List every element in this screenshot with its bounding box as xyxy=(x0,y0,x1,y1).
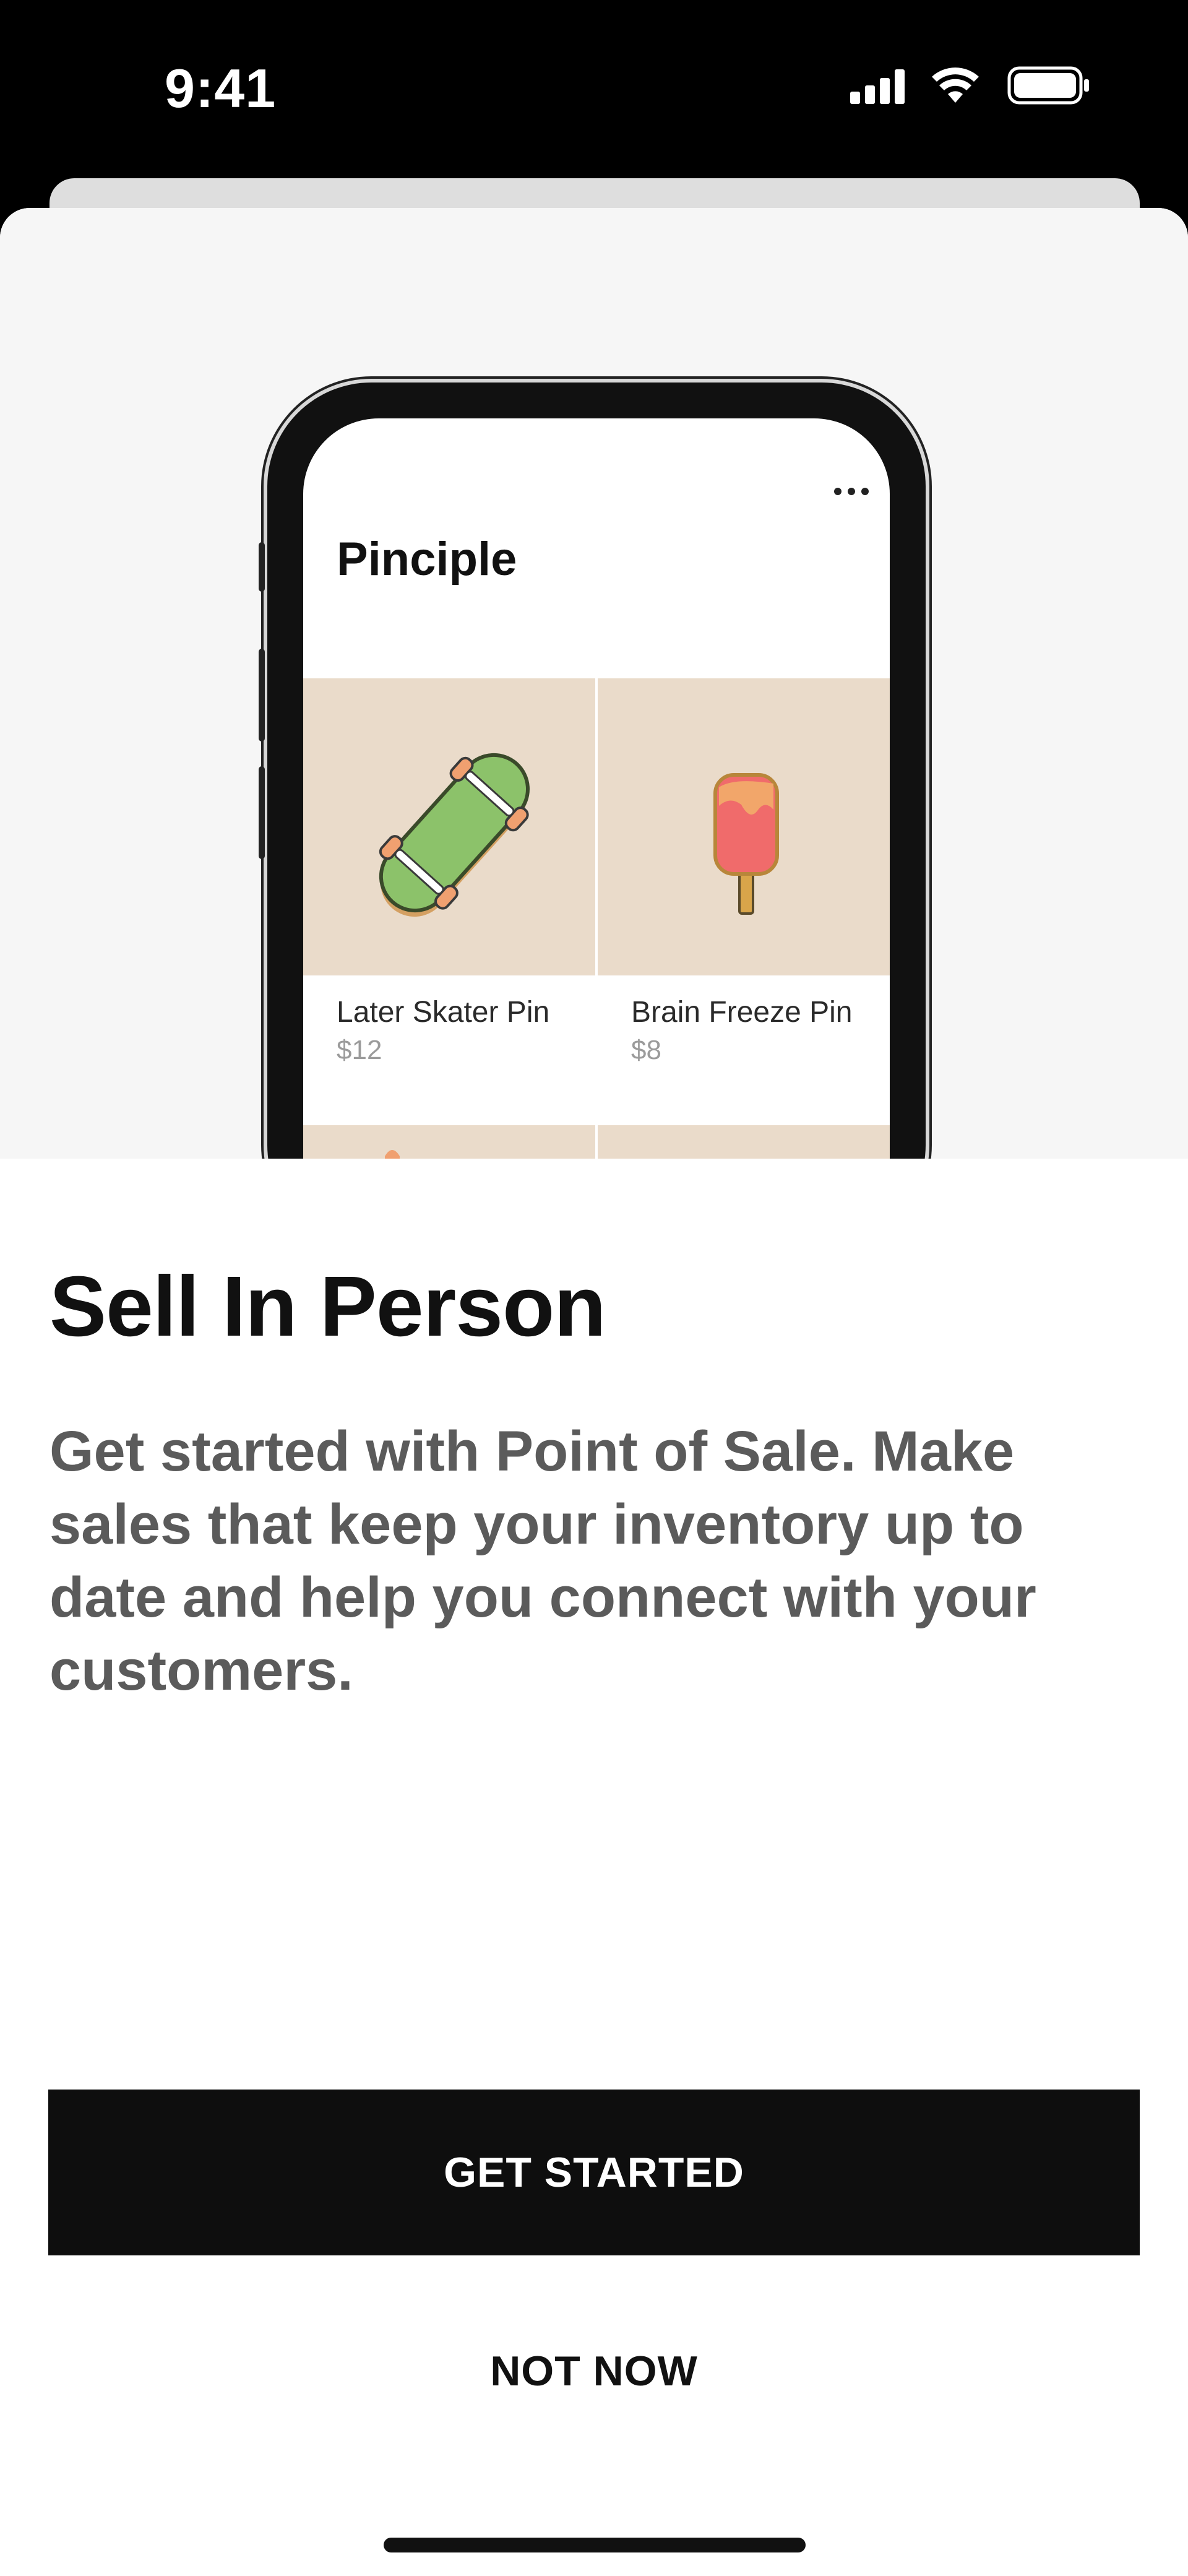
phone-side-button xyxy=(259,542,265,592)
not-now-button[interactable]: NOT NOW xyxy=(48,2294,1140,2448)
battery-icon xyxy=(1007,66,1089,105)
get-started-button[interactable]: GET STARTED xyxy=(48,2090,1140,2255)
phone-screen: Pinciple Later Skater Pin $12 Brain Free… xyxy=(303,418,890,1159)
product-name: Later Skater Pin xyxy=(337,996,550,1029)
popsicle-pin-icon xyxy=(713,773,779,915)
status-time: 9:41 xyxy=(165,58,277,119)
status-icons xyxy=(850,64,1091,109)
product-image xyxy=(598,678,890,975)
store-title: Pinciple xyxy=(337,533,517,586)
product-image xyxy=(303,678,595,975)
product-price: $12 xyxy=(337,1035,382,1065)
phone-mockup: Pinciple Later Skater Pin $12 Brain Free… xyxy=(259,383,926,1159)
page-description: Get started with Point of Sale. Make sal… xyxy=(50,1420,1036,1702)
status-bar: 9:41 xyxy=(0,0,1188,179)
phone-side-button xyxy=(259,766,265,859)
product-name: Brain Freeze Pin xyxy=(631,996,853,1029)
product-row-partial xyxy=(303,1125,890,1159)
more-horizontal-icon xyxy=(834,488,871,496)
page-title: Sell In Person xyxy=(50,1259,606,1354)
product-thumbnail-icon xyxy=(385,1150,400,1159)
hero-illustration: Pinciple Later Skater Pin $12 Brain Free… xyxy=(0,208,1188,1159)
product-card: Brain Freeze Pin $8 xyxy=(598,678,890,1129)
home-indicator[interactable] xyxy=(384,2538,806,2552)
cellular-signal-icon xyxy=(850,69,905,104)
product-card: Later Skater Pin $12 xyxy=(303,678,595,1129)
skateboard-pin-icon xyxy=(379,753,530,917)
product-image xyxy=(598,1125,890,1159)
phone-side-button xyxy=(259,649,265,741)
wifi-icon xyxy=(932,67,979,103)
product-price: $8 xyxy=(631,1035,661,1065)
product-image xyxy=(303,1125,595,1159)
